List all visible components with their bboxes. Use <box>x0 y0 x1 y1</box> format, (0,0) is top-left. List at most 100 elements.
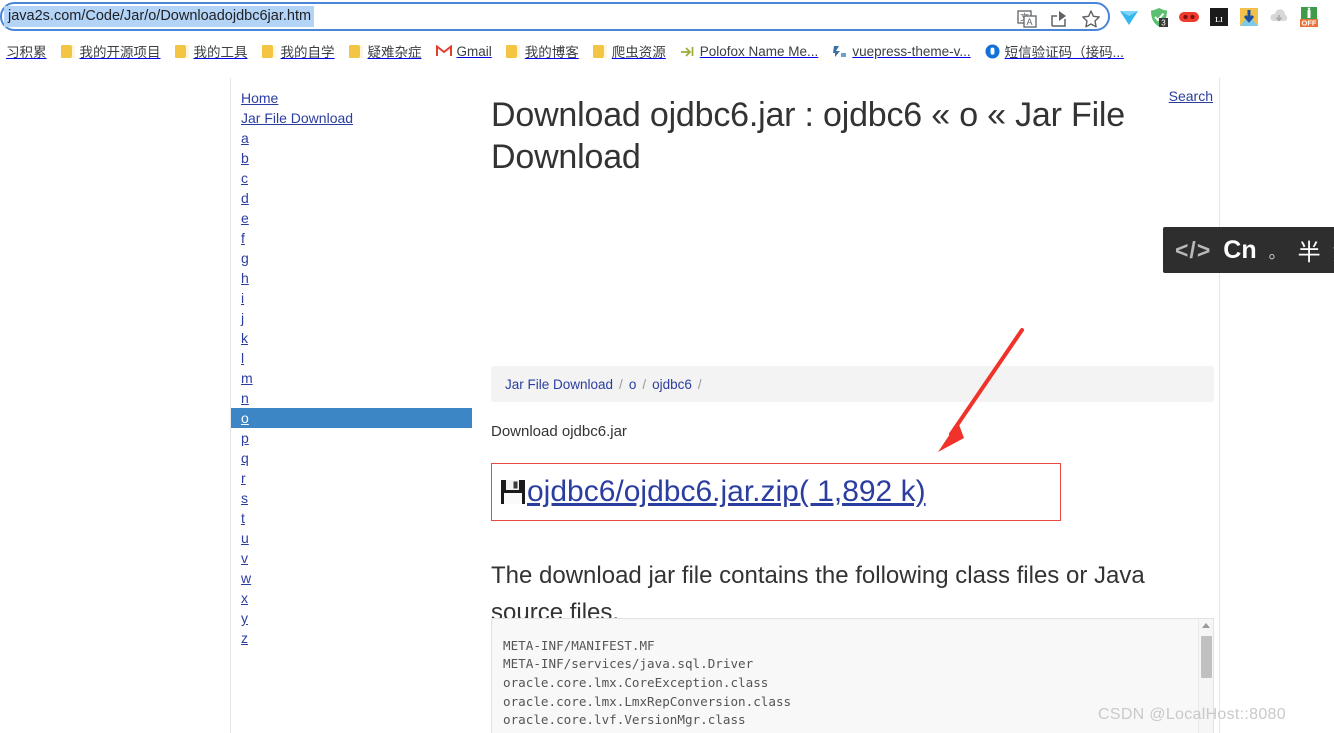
ime-code-mode-icon[interactable]: </> <box>1175 237 1211 264</box>
folder-icon <box>60 44 75 58</box>
bookmark-item[interactable]: Gmail <box>430 41 500 62</box>
sidebar-item-j[interactable]: j <box>231 308 476 328</box>
sidebar-item-c[interactable]: c <box>231 168 476 188</box>
breadcrumb-separator: / <box>619 376 623 392</box>
sidebar-item-h[interactable]: h <box>231 268 476 288</box>
bookmark-label: 我的博客 <box>524 45 579 60</box>
bookmark-item[interactable]: vuepress-theme-v... <box>826 41 978 62</box>
polofox-icon <box>680 44 695 59</box>
breadcrumb-item[interactable]: Jar File Download <box>505 377 613 392</box>
breadcrumb-separator: / <box>697 376 702 392</box>
sidebar-item-e[interactable]: e <box>231 208 476 228</box>
address-bar-text[interactable]: java2s.com/Code/Jar/o/Downloadojdbc6jar.… <box>4 6 315 27</box>
ime-punctuation-toggle[interactable]: 。 <box>1269 238 1286 263</box>
sidebar-item-q[interactable]: q <box>231 448 476 468</box>
bookmark-item[interactable]: 习积累 <box>0 38 55 64</box>
extension-dots-icon[interactable] <box>1178 6 1200 28</box>
download-link-box[interactable]: ojdbc6/ojdbc6.jar.zip( 1,892 k) <box>491 463 1061 521</box>
breadcrumb-separator: / <box>642 376 647 392</box>
scroll-up-arrow-icon[interactable] <box>1202 623 1210 628</box>
bookmark-label: 我的自学 <box>280 45 335 60</box>
floppy-disk-icon <box>500 478 526 506</box>
sidebar-item-r[interactable]: r <box>231 468 476 488</box>
bookmark-item[interactable]: 我的工具 <box>169 38 256 64</box>
extension-shield-icon[interactable]: 3 <box>1148 6 1170 28</box>
gmail-icon <box>435 44 452 57</box>
sidebar-item-a[interactable]: a <box>231 128 476 148</box>
main-column: Search Download ojdbc6.jar : ojdbc6 « o … <box>491 78 1221 733</box>
extension-download-icon[interactable] <box>1238 6 1260 28</box>
bookmarks-bar: 习积累 我的开源项目 我的工具 我的自学 疑难杂症 Gmail 我的博客 爬虫资源 Polofo… <box>0 36 1334 66</box>
ime-language-toggle[interactable]: Cn <box>1223 236 1256 265</box>
vuepress-icon <box>832 44 847 59</box>
site-container: Home Jar File Download a b c d e f g h i j k l m n o p q r s… <box>230 78 1220 733</box>
bookmark-item[interactable]: Polofox Name Me... <box>674 41 827 62</box>
sidebar-item-y[interactable]: y <box>231 608 476 628</box>
sidebar-nav: Home Jar File Download a b c d e f g h i j k l m n o p q r s… <box>231 78 476 648</box>
sidebar-item-s[interactable]: s <box>231 488 476 508</box>
sms-icon <box>985 44 1000 59</box>
bookmark-item[interactable]: 疑难杂症 <box>343 38 430 64</box>
bookmark-label: 习积累 <box>6 45 47 60</box>
extension-off-icon[interactable]: OFF <box>1298 6 1320 28</box>
sidebar-item-o[interactable]: o <box>231 408 472 428</box>
scrollbar-thumb[interactable] <box>1201 636 1212 678</box>
ime-width-toggle[interactable]: 半 <box>1298 233 1321 267</box>
page-viewport: Home Jar File Download a b c d e f g h i j k l m n o p q r s… <box>0 68 1334 733</box>
sidebar-item-home[interactable]: Home <box>231 88 476 108</box>
extension-li-icon[interactable]: ʟɪ <box>1208 6 1230 28</box>
extension-cloud-icon[interactable] <box>1268 6 1290 28</box>
ime-toolbar[interactable]: </> Cn 。 半 倉 <box>1163 227 1334 273</box>
bookmark-label: Polofox Name Me... <box>699 43 819 59</box>
translate-icon[interactable]: 文 A <box>1016 8 1038 30</box>
bookmark-item[interactable]: 我的博客 <box>500 38 587 64</box>
bookmark-item[interactable]: 短信验证码（接码... <box>979 38 1132 64</box>
sidebar-item-p[interactable]: p <box>231 428 476 448</box>
page-title: Download ojdbc6.jar : ojdbc6 « o « Jar F… <box>491 96 1125 176</box>
bookmark-label: vuepress-theme-v... <box>852 43 971 59</box>
sidebar-item-jar-file-download[interactable]: Jar File Download <box>231 108 476 128</box>
folder-icon <box>174 44 189 58</box>
bookmark-label: 我的工具 <box>193 45 248 60</box>
bookmark-label: 疑难杂症 <box>367 45 422 60</box>
browser-chrome: java2s.com/Code/Jar/o/Downloadojdbc6jar.… <box>0 0 1334 68</box>
search-link[interactable]: Search <box>1169 88 1213 104</box>
sidebar-item-m[interactable]: m <box>231 368 476 388</box>
bookmark-item[interactable]: 我的自学 <box>256 38 343 64</box>
download-jar-link[interactable]: ojdbc6/ojdbc6.jar.zip( 1,892 k) <box>527 475 926 509</box>
sidebar-item-x[interactable]: x <box>231 588 476 608</box>
folder-icon <box>348 44 363 58</box>
sidebar-item-l[interactable]: l <box>231 348 476 368</box>
page-canvas: Home Jar File Download a b c d e f g h i j k l m n o p q r s… <box>0 68 1334 733</box>
sidebar-item-f[interactable]: f <box>231 228 476 248</box>
sidebar-item-g[interactable]: g <box>231 248 476 268</box>
bookmark-item[interactable]: 爬虫资源 <box>587 38 674 64</box>
share-icon[interactable] <box>1048 8 1070 30</box>
sidebar-item-z[interactable]: z <box>231 628 476 648</box>
csdn-watermark: CSDN @LocalHost::8080 <box>1098 706 1286 723</box>
bookmark-star-icon[interactable] <box>1080 8 1102 30</box>
folder-icon <box>261 44 276 58</box>
sidebar-item-t[interactable]: t <box>231 508 476 528</box>
bookmark-item[interactable]: 我的开源项目 <box>55 38 169 64</box>
sidebar-item-v[interactable]: v <box>231 548 476 568</box>
extension-off-badge-label: OFF <box>1302 19 1317 28</box>
svg-text:ʟɪ: ʟɪ <box>1215 13 1223 25</box>
sidebar-item-u[interactable]: u <box>231 528 476 548</box>
folder-icon <box>505 44 520 58</box>
sidebar-item-d[interactable]: d <box>231 188 476 208</box>
sidebar-item-i[interactable]: i <box>231 288 476 308</box>
bookmark-label: 我的开源项目 <box>79 45 161 60</box>
svg-text:A: A <box>1027 17 1033 27</box>
sidebar-item-b[interactable]: b <box>231 148 476 168</box>
breadcrumb-item[interactable]: ojdbc6 <box>652 377 692 392</box>
breadcrumb-item[interactable]: o <box>629 377 637 392</box>
sidebar-item-k[interactable]: k <box>231 328 476 348</box>
sidebar-item-w[interactable]: w <box>231 568 476 588</box>
omnibox-row: java2s.com/Code/Jar/o/Downloadojdbc6jar.… <box>0 0 1334 33</box>
address-bar[interactable]: java2s.com/Code/Jar/o/Downloadojdbc6jar.… <box>0 2 1110 31</box>
extension-diamond-icon[interactable] <box>1118 6 1140 28</box>
bookmark-label: 爬虫资源 <box>611 45 666 60</box>
bookmark-label: Gmail <box>456 43 492 59</box>
sidebar-item-n[interactable]: n <box>231 388 476 408</box>
